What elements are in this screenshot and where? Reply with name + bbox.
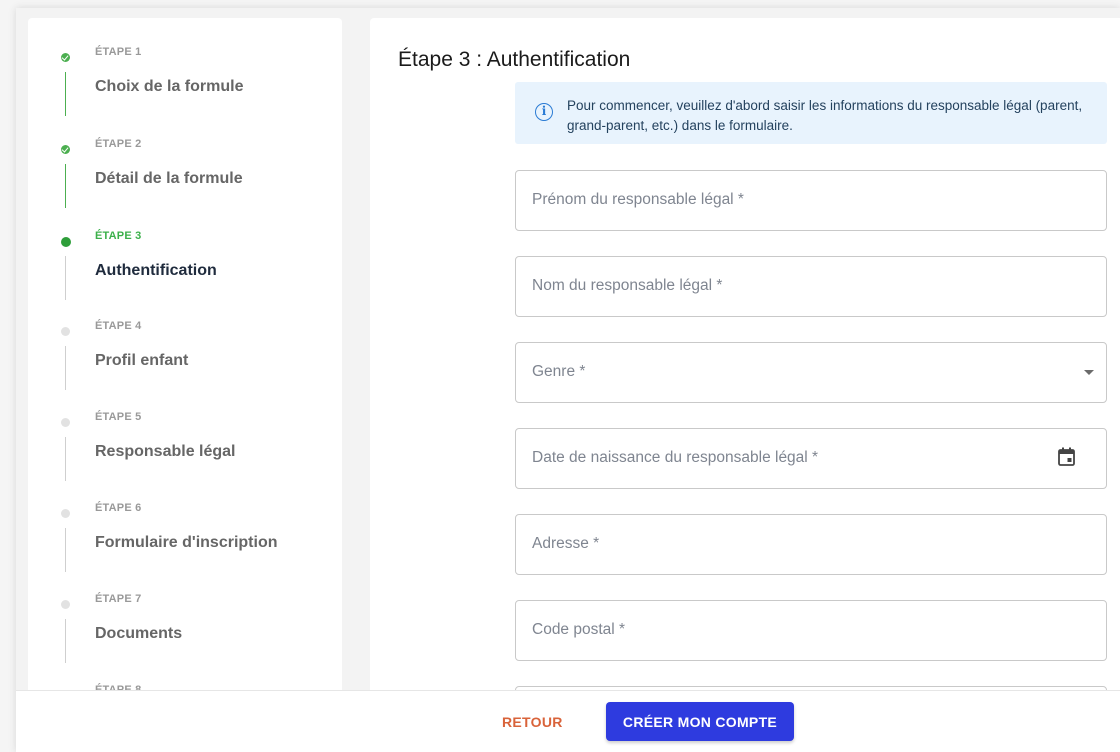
step-title: Documents [95,625,183,642]
pending-step-dot [61,418,70,427]
gender-select[interactable]: Genre * [515,342,1107,403]
step-label: ÉTAPE 2 [95,138,142,150]
pending-step-dot [61,509,70,518]
step-1[interactable]: ÉTAPE 1 Choix de la formule [28,18,342,116]
last-name-field[interactable]: Nom du responsable légal * [515,256,1107,317]
step-title: Profil enfant [95,352,189,369]
info-alert: i Pour commencer, veuillez d'abord saisi… [515,82,1107,144]
postal-code-placeholder: Code postal * [532,621,626,638]
step-7[interactable]: ÉTAPE 7 Documents [28,565,342,663]
active-step-dot [61,237,71,247]
birth-date-placeholder: Date de naissance du responsable légal * [532,449,819,466]
step-label: ÉTAPE 1 [95,46,142,58]
step-4[interactable]: ÉTAPE 4 Profil enfant [28,292,342,390]
info-icon: i [535,103,553,121]
step-label: ÉTAPE 7 [95,593,142,605]
calendar-icon[interactable] [1058,447,1075,466]
address-placeholder: Adresse * [532,535,600,552]
step-title: Choix de la formule [95,78,244,95]
address-field[interactable]: Adresse * [515,514,1107,575]
postal-code-field[interactable]: Code postal * [515,600,1107,661]
footer-actions: RETOUR CRÉER MON COMPTE [16,690,1120,752]
create-account-button[interactable]: CRÉER MON COMPTE [606,702,794,741]
step-title: Responsable légal [95,443,236,460]
step-label: ÉTAPE 3 [95,230,142,242]
gender-placeholder: Genre * [532,363,586,380]
auth-form-panel: Étape 3 : Authentification i Pour commen… [370,18,1120,708]
step-6[interactable]: ÉTAPE 6 Formulaire d'inscription [28,474,342,572]
signup-wizard: ÉTAPE 1 Choix de la formule ÉTAPE 2 Déta… [16,8,1120,752]
first-name-placeholder: Prénom du responsable légal * [532,191,744,208]
step-label: ÉTAPE 4 [95,320,142,332]
step-5[interactable]: ÉTAPE 5 Responsable légal [28,383,342,481]
pending-step-dot [61,327,70,336]
check-icon [61,145,70,154]
page-title: Étape 3 : Authentification [398,48,631,71]
first-name-field[interactable]: Prénom du responsable légal * [515,170,1107,231]
caret-down-icon [1084,370,1094,375]
step-label: ÉTAPE 5 [95,411,142,423]
pending-step-dot [61,600,70,609]
step-label: ÉTAPE 6 [95,502,142,514]
stepper-sidebar: ÉTAPE 1 Choix de la formule ÉTAPE 2 Déta… [28,18,342,708]
step-title: Authentification [95,262,217,279]
step-3[interactable]: ÉTAPE 3 Authentification [28,202,342,300]
step-title: Détail de la formule [95,170,243,187]
birth-date-field[interactable]: Date de naissance du responsable légal * [515,428,1107,489]
last-name-placeholder: Nom du responsable légal * [532,277,723,294]
check-icon [61,53,70,62]
step-title: Formulaire d'inscription [95,534,278,551]
back-button[interactable]: RETOUR [502,714,563,730]
info-text: Pour commencer, veuillez d'abord saisir … [567,98,1083,133]
step-2[interactable]: ÉTAPE 2 Détail de la formule [28,110,342,208]
